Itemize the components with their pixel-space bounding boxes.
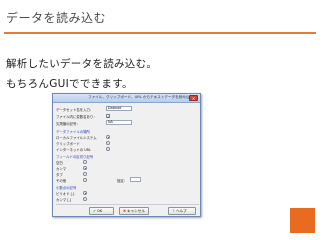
loc-clipboard-label: クリップボード (56, 142, 80, 146)
sep-other-spec-label: 指定： (117, 179, 128, 183)
sep-tab-radio[interactable] (83, 172, 87, 176)
body-line-2: もちろんGUIでできます。 (6, 78, 133, 90)
loc-url-label: インターネットの URL (56, 148, 91, 152)
missing-label: 欠測値の記号： (56, 122, 80, 126)
decimal-heading: 小数点の記号 (56, 186, 77, 190)
loc-clipboard-radio[interactable] (106, 141, 110, 145)
dec-period-label: ピリオド [.] (56, 192, 75, 196)
dialog-titlebar: ファイル、クリップボード、URL からテキストデータを読み込む ✕ (53, 94, 200, 103)
separator-heading: フィールドの区切り記号 (56, 155, 94, 159)
loc-local-label: ローカルファイルシステム (56, 136, 97, 140)
help-label: ヘルプ (176, 209, 187, 213)
page-number-badge (290, 208, 315, 233)
missing-input[interactable]: NA (106, 120, 132, 125)
dialog-title: ファイル、クリップボード、URL からテキストデータを読み込む (88, 95, 194, 99)
sep-space-label: 空白 (56, 161, 63, 165)
dataset-name-input[interactable]: Dataset (106, 106, 132, 111)
sep-space-radio[interactable] (83, 160, 87, 164)
dataset-name-label: データセット名を入力： (56, 108, 94, 112)
sep-other-label: その他 (56, 179, 67, 183)
ok-label: OK (97, 209, 103, 213)
slide-title: データを読み込む (6, 11, 107, 25)
body-line-1: 解析したいデータを読み込む。 (6, 58, 158, 70)
loc-url-radio[interactable] (106, 147, 110, 151)
sep-other-radio[interactable] (83, 178, 87, 182)
dec-period-radio[interactable] (83, 191, 87, 195)
rownames-label: ファイル内に変数名あり： (56, 115, 97, 119)
title-underline (4, 32, 316, 34)
sep-tab-label: タブ (56, 173, 63, 177)
help-button[interactable]: ? ヘルプ (168, 207, 196, 215)
rownames-checkbox[interactable] (106, 114, 110, 119)
cancel-button[interactable]: ✖キャンセル (119, 207, 149, 215)
location-heading: データファイルの場所 (56, 130, 90, 134)
read-data-dialog: ファイル、クリップボード、URL からテキストデータを読み込む ✕ データセット… (52, 93, 201, 217)
dialog-separator (56, 204, 199, 205)
ok-button[interactable]: ✔OK (89, 207, 114, 215)
dec-comma-label: カンマ [,] (56, 198, 71, 202)
close-icon[interactable]: ✕ (189, 95, 198, 101)
sep-comma-label: カンマ (56, 167, 67, 171)
cancel-label: キャンセル (127, 209, 145, 213)
dec-comma-radio[interactable] (83, 197, 87, 201)
sep-comma-radio[interactable] (83, 166, 87, 170)
sep-other-input[interactable] (130, 177, 141, 182)
loc-local-radio[interactable] (106, 135, 110, 139)
